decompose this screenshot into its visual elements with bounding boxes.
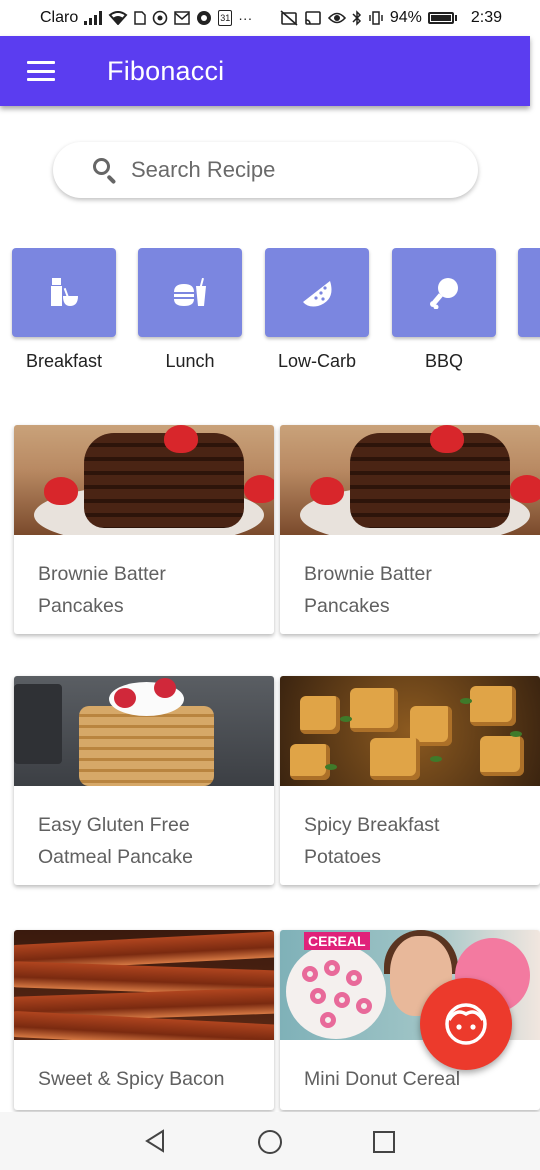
menu-icon[interactable] — [27, 61, 55, 81]
face-icon — [445, 1003, 487, 1045]
recents-icon[interactable] — [373, 1131, 395, 1158]
fab-button[interactable] — [420, 978, 512, 1070]
notifications-off-icon — [280, 10, 298, 26]
lunch-icon — [174, 277, 206, 306]
status-left: Claro 31 ··· — [40, 9, 252, 27]
vibrate-icon — [368, 10, 384, 26]
category-tile[interactable] — [138, 248, 242, 337]
signal-icon — [84, 11, 103, 25]
breakfast-icon — [51, 277, 78, 306]
recipe-card[interactable]: Easy Gluten Free Oatmeal Pancake — [14, 676, 274, 885]
category-lunch[interactable]: Lunch — [138, 248, 242, 372]
category-label: BBQ — [424, 351, 463, 371]
search-icon — [91, 156, 119, 185]
watermelon-icon — [303, 280, 332, 306]
brownie-pancakes-image — [280, 425, 540, 535]
gmail-icon — [174, 11, 190, 25]
recipe-card[interactable]: Spicy Breakfast Potatoes — [280, 676, 540, 885]
carrier-label: Claro — [40, 9, 79, 26]
category-partial[interactable] — [518, 248, 540, 337]
category-breakfast[interactable]: Breakfast — [12, 248, 116, 372]
cast-icon — [304, 10, 322, 26]
home-icon[interactable] — [257, 1129, 283, 1160]
breakfast-potatoes-image — [280, 676, 540, 786]
system-nav-bar — [0, 1112, 540, 1170]
category-tile[interactable] — [12, 248, 116, 337]
recipe-card[interactable]: Brownie Batter Pancakes — [14, 425, 274, 634]
category-tile[interactable] — [265, 248, 369, 337]
recipe-title: Sweet & Spicy Bacon — [38, 1068, 225, 1090]
category-label: Low-Carb — [277, 351, 357, 371]
category-tile[interactable] — [518, 248, 540, 337]
recipe-title: Brownie Batter Pancakes — [38, 563, 166, 617]
calendar-icon: 31 — [218, 10, 233, 26]
drumstick-icon — [430, 277, 458, 309]
recipe-card[interactable]: Brownie Batter Pancakes — [280, 425, 540, 634]
search-input[interactable] — [131, 157, 431, 183]
app-bar: Fibonacci — [0, 36, 530, 106]
back-icon[interactable] — [143, 1129, 167, 1158]
category-low-carb[interactable]: Low-Carb — [265, 248, 369, 372]
app-title: Fibonacci — [107, 55, 225, 86]
search-bar[interactable] — [53, 142, 478, 198]
whatsapp-icon — [152, 10, 168, 26]
wifi-icon — [108, 11, 128, 25]
chrome-icon — [196, 10, 212, 26]
category-label: Breakfast — [25, 351, 103, 371]
brownie-pancakes-image — [14, 425, 274, 535]
recipe-card[interactable]: Sweet & Spicy Bacon — [14, 930, 274, 1110]
eye-icon — [327, 11, 346, 25]
recipe-title: Brownie Batter Pancakes — [304, 563, 432, 617]
category-tile[interactable] — [392, 248, 496, 337]
category-bbq[interactable]: BBQ — [392, 248, 496, 372]
category-label: Lunch — [165, 351, 215, 371]
more-icon: ··· — [238, 10, 253, 26]
battery-percent: 94% — [389, 9, 422, 26]
calendar-day: 31 — [220, 13, 231, 23]
cereal-badge: CEREAL — [304, 932, 370, 950]
oatmeal-pancake-image — [14, 676, 274, 786]
bacon-image — [14, 930, 274, 1040]
status-right: 94% 2:39 — [280, 9, 502, 27]
bluetooth-icon — [352, 10, 362, 26]
status-bar: Claro 31 ··· 94% 2:39 — [0, 0, 540, 36]
battery-icon — [427, 12, 457, 24]
sim-icon — [134, 11, 146, 25]
recipe-title: Spicy Breakfast Potatoes — [304, 814, 440, 868]
recipe-title: Easy Gluten Free Oatmeal Pancake — [38, 814, 194, 868]
clock: 2:39 — [470, 9, 502, 26]
category-strip[interactable]: Breakfast Lunch Low-Carb BBQ — [0, 248, 540, 388]
